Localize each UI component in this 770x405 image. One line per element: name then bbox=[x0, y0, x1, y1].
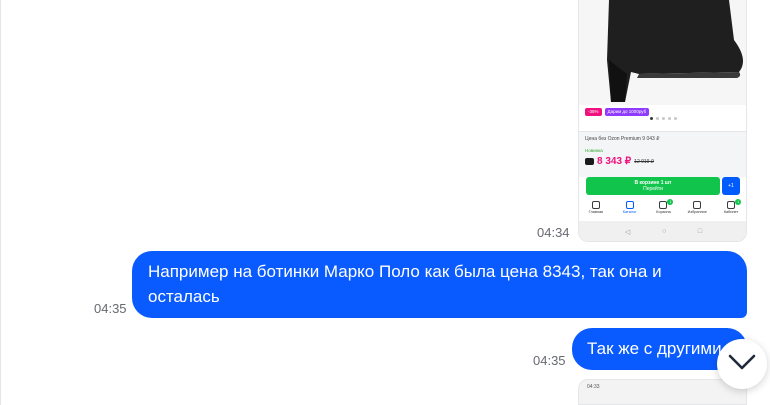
cart-count-badge: 1 bbox=[667, 199, 674, 205]
tab-label: Главная bbox=[588, 210, 604, 214]
cart-icon bbox=[659, 201, 668, 209]
heart-icon bbox=[693, 201, 702, 209]
catalog-icon bbox=[625, 201, 634, 209]
message-text: Так же с другими bbox=[587, 339, 722, 358]
chevron-down-icon bbox=[727, 353, 757, 376]
recent-nav-icon: □ bbox=[697, 228, 703, 235]
price-row: 8 343 ₽ 12 919 ₽ bbox=[585, 156, 654, 167]
tab-label: Кабинет bbox=[723, 210, 739, 214]
message-time: 04:34 bbox=[537, 225, 570, 240]
home-icon bbox=[591, 201, 600, 209]
tab-home: Главная bbox=[582, 199, 610, 221]
tab-label: Избранное bbox=[687, 210, 707, 214]
message-time: 04:35 bbox=[533, 353, 566, 368]
new-label: Новинка bbox=[585, 148, 603, 153]
back-nav-icon: ◁ bbox=[624, 228, 631, 236]
add-one-button: +1 bbox=[722, 177, 740, 195]
status-time: 04:33 bbox=[587, 384, 600, 390]
card-icon bbox=[585, 158, 594, 165]
tab-label: Каталог bbox=[622, 210, 637, 214]
screenshot-image[interactable]: -35% Дарим до 1000руб Цена без Ozon Prem… bbox=[578, 0, 747, 242]
message-bubble[interactable]: Например на ботинки Марко Поло как была … bbox=[132, 251, 747, 318]
screenshot-image[interactable]: 04:33 bbox=[578, 379, 747, 405]
premium-price-text: Цена без Ozon Premium 9 043 ₽ bbox=[585, 136, 660, 142]
current-price: 8 343 ₽ bbox=[597, 156, 632, 167]
promo-badges: -35% Дарим до 1000руб bbox=[585, 108, 650, 116]
tab-cart: 1 Корзина bbox=[649, 199, 677, 221]
tab-favorites: Избранное bbox=[683, 199, 711, 221]
app-tabbar: Главная Каталог 1 Корзина Избранное 1 Ка… bbox=[579, 199, 746, 221]
message-text: Например на ботинки Марко Поло как была … bbox=[148, 262, 662, 306]
tab-catalog: Каталог bbox=[616, 199, 644, 221]
in-cart-button: В корзине 1 шт Перейти bbox=[586, 177, 720, 195]
boot-photo bbox=[579, 0, 746, 105]
scroll-to-bottom-button[interactable] bbox=[717, 339, 767, 389]
profile-icon bbox=[727, 201, 736, 209]
system-nav-bar: ◁ ○ □ bbox=[579, 221, 746, 241]
home-nav-icon: ○ bbox=[661, 228, 667, 235]
chat-area: -35% Дарим до 1000руб Цена без Ozon Prem… bbox=[0, 0, 770, 405]
old-price: 12 919 ₽ bbox=[634, 158, 655, 165]
tab-profile: 1 Кабинет bbox=[717, 199, 745, 221]
gift-badge: Дарим до 1000руб bbox=[604, 108, 650, 116]
profile-count-badge: 1 bbox=[735, 199, 742, 205]
message-time: 04:35 bbox=[94, 301, 127, 316]
carousel-dots bbox=[579, 117, 746, 120]
tab-label: Корзина bbox=[656, 210, 671, 214]
price-block: Цена без Ozon Premium 9 043 ₽ Новинка 8 … bbox=[579, 131, 746, 177]
cart-button-line2: Перейти bbox=[643, 186, 663, 192]
discount-badge: -35% bbox=[585, 108, 602, 116]
